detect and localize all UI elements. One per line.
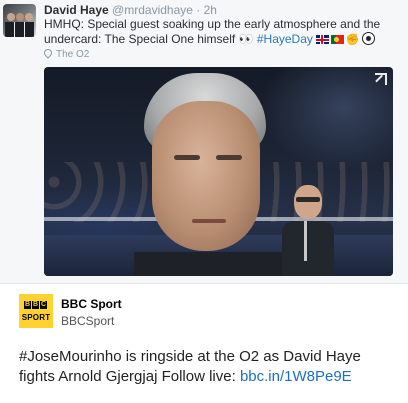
tweet-text: HMHQ: Special guest soaking up the early… (44, 17, 394, 48)
avatar-figure (16, 13, 24, 21)
author-name[interactable]: David Haye (44, 3, 109, 17)
bbc-letter-c: C (40, 301, 47, 309)
tweet-body: HMHQ: Special guest soaking up the early… (44, 17, 381, 46)
tweet-timestamp[interactable]: 2h (204, 3, 217, 17)
bystander-glasses (296, 197, 320, 202)
post-text: #JoseMourinho is ringside at the O2 as D… (19, 347, 399, 387)
bystander-head (294, 185, 322, 219)
avatar-figure (5, 22, 34, 37)
flexed-arm-icon: ✊ (345, 34, 360, 46)
photo-subject-collar (134, 252, 284, 276)
photo-subject-face (152, 101, 260, 251)
tweet-header: David Haye @mrdavidhaye · 2h (44, 3, 217, 17)
photo-subject-brow (216, 155, 242, 160)
bystander-lanyard (304, 221, 307, 261)
bbc-blocks: B B C (24, 301, 47, 309)
page: David Haye @mrdavidhaye · 2h HMHQ: Speci… (0, 0, 408, 403)
follow-live-link[interactable]: bbc.in/1W8Pe9E (240, 368, 352, 385)
tweet-location[interactable]: The O2 (42, 47, 90, 60)
bbc-letter-b: B (32, 301, 39, 309)
author-handle[interactable]: @mrdavidhaye (112, 3, 193, 17)
time-separator: · (196, 3, 201, 17)
bystander-body (282, 221, 334, 276)
photo-bystander (282, 185, 334, 276)
source-handle[interactable]: BBCSport (61, 314, 114, 328)
photo-subject-mouth (192, 219, 226, 223)
hashtag-link[interactable]: #HayeDay (257, 32, 313, 46)
football-icon (361, 32, 375, 45)
embedded-tweet: David Haye @mrdavidhaye · 2h HMHQ: Speci… (0, 0, 408, 284)
expand-icon[interactable] (375, 73, 387, 85)
tweet-photo[interactable] (44, 67, 393, 276)
bbc-sport-word: SPORT (21, 313, 51, 322)
avatar-figure (25, 13, 33, 21)
location-pin-icon (42, 47, 54, 59)
bbc-letter-b: B (24, 301, 31, 309)
eyes-emoji: 👀 (238, 32, 254, 46)
photo-subject-brow (174, 155, 200, 160)
location-label: The O2 (56, 49, 90, 60)
uk-flag-icon (315, 35, 329, 44)
bbc-sport-logo[interactable]: B B C SPORT (19, 294, 53, 328)
portugal-flag-icon (330, 35, 344, 44)
photo-subject (134, 67, 284, 276)
author-avatar[interactable] (3, 4, 36, 37)
source-name[interactable]: BBC Sport (61, 297, 122, 311)
avatar-figure (7, 13, 15, 21)
